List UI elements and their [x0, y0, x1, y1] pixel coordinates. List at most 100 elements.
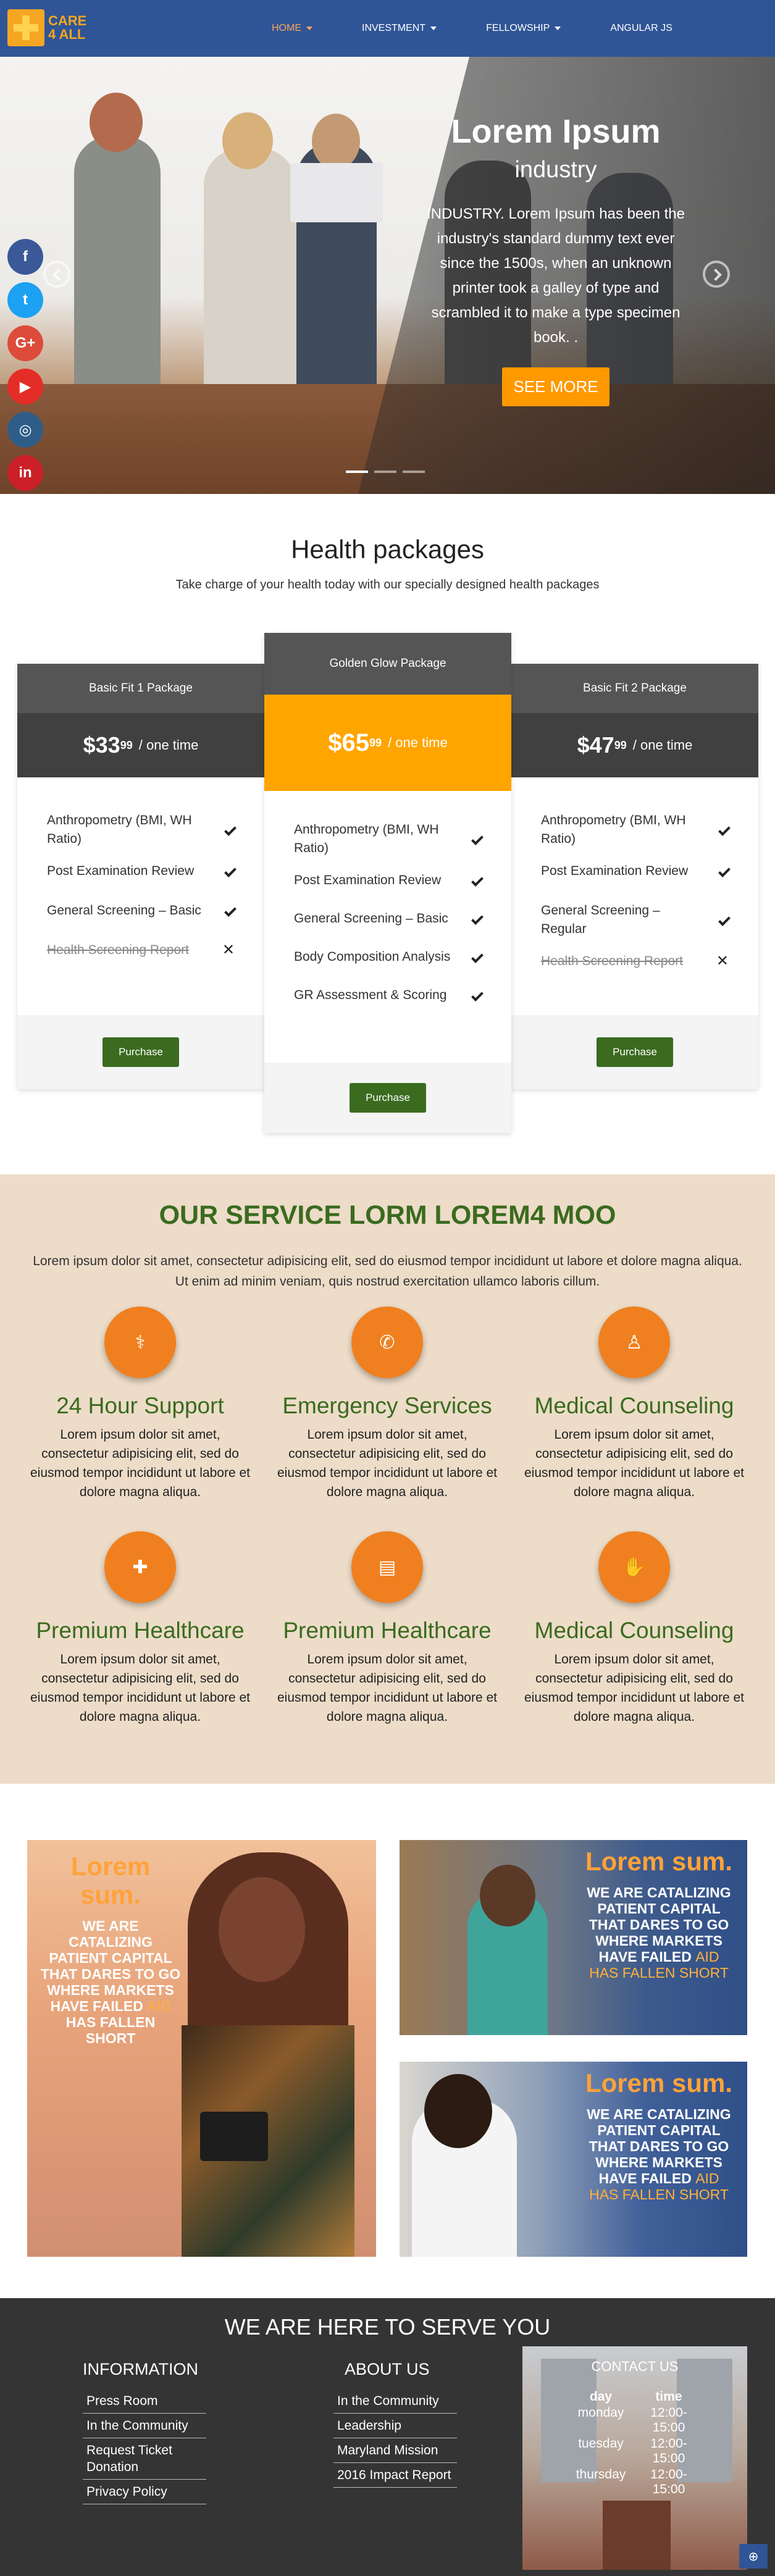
feature-item: Post Examination Review [294, 871, 487, 890]
back-to-top-icon[interactable]: ⊕ [739, 2544, 768, 2569]
purchase-button[interactable]: Purchase [350, 1083, 426, 1113]
instagram-icon[interactable]: ◎ [7, 412, 43, 448]
navbar: CARE 4 ALL HOME INVESTMENT FELLOWSHIP ANGUL… [0, 0, 775, 57]
cross-icon: ✕ [222, 942, 235, 958]
footer-link[interactable]: Privacy Policy [83, 2480, 206, 2504]
carousel-next-icon[interactable] [703, 261, 730, 288]
service-item: ✋ Medical Counseling Lorem ipsum dolor sit… [520, 1531, 748, 1726]
carousel-indicators [346, 470, 431, 473]
service-name: Medical Counseling [534, 1393, 734, 1418]
price-amount: $33 [83, 732, 120, 758]
cross-logo-icon [7, 9, 44, 46]
purchase-button[interactable]: Purchase [103, 1037, 179, 1067]
check-icon [471, 989, 484, 1002]
footer: WE ARE HERE TO SERVE YOU INFORMATION Pre… [0, 2298, 775, 2576]
chevron-down-icon [555, 27, 561, 30]
feature-label: Post Examination Review [47, 864, 195, 878]
check-icon [471, 913, 484, 925]
carousel-indicator[interactable] [346, 470, 368, 473]
cross-icon: ✕ [716, 953, 729, 969]
see-more-button[interactable]: SEE MORE [502, 367, 610, 406]
contact-day: thursday [576, 2467, 626, 2482]
footer-contact: CONTACT US day time monday 12:00-15:00 tue… [522, 2346, 747, 2570]
price-cents: 99 [614, 738, 627, 751]
footer-about-links: In the Community Leadership Maryland Missi… [333, 2389, 457, 2488]
youtube-icon[interactable]: ▶ [7, 369, 43, 404]
hero-text: INDUSTRY. Lorem Ipsum has been the indus… [427, 206, 685, 346]
services-section: OUR SERVICE LORM LOREM4 MOO Lorem ipsum … [0, 1174, 775, 1784]
brand-logo[interactable]: CARE 4 ALL [7, 7, 91, 48]
service-description: Lorem ipsum dolor sit amet, consectetur … [524, 1652, 745, 1724]
hero-person-head [222, 112, 273, 169]
package-features: Anthropometry (BMI, WH Ratio) Post Examin… [264, 791, 511, 1063]
nav-item-home[interactable]: HOME [272, 23, 312, 34]
service-item: ✆ Emergency Services Lorem ipsum dolor sit… [273, 1307, 501, 1502]
contact-hours-row: tuesday 12:00-15:00 [522, 2436, 747, 2466]
feature-item: General Screening – Basic [294, 910, 487, 928]
purchase-button[interactable]: Purchase [597, 1037, 673, 1067]
promo-card-3[interactable]: Lorem sum. WE ARE CATALIZING PATIENT CAP… [400, 2062, 747, 2257]
twitter-icon[interactable]: t [7, 282, 43, 318]
contact-hours: monday 12:00-15:00 tuesday 12:00-15:00 thurs… [522, 2406, 747, 2497]
promo-body: WE ARE CATALIZING PATIENT CAPITAL THAT D… [40, 1918, 181, 2046]
feature-label: GR Assessment & Scoring [294, 988, 447, 1002]
check-icon [471, 833, 484, 845]
carousel-prev-icon[interactable] [43, 261, 70, 288]
contact-time: 12:00-15:00 [650, 2436, 687, 2465]
feature-label: Health Screening Report [541, 954, 683, 968]
promo-aid-word: AID [147, 1998, 171, 2014]
carousel-indicator[interactable] [374, 470, 396, 473]
service-name: Premium Healthcare [283, 1618, 492, 1643]
chevron-down-icon [430, 27, 437, 30]
medkit-icon: ✚ [104, 1531, 176, 1603]
promo-card-2[interactable]: Lorem sum. WE ARE CATALIZING PATIENT CAP… [400, 1840, 747, 2035]
footer-information: INFORMATION Press Room In the Community Re… [83, 2360, 206, 2504]
feature-label: General Screening – Basic [294, 911, 448, 926]
footer-link[interactable]: Press Room [83, 2389, 206, 2414]
check-icon [224, 905, 237, 917]
service-item: ✚ Premium Healthcare Lorem ipsum dolor sit… [26, 1531, 254, 1726]
facebook-icon[interactable]: f [7, 239, 43, 275]
package-footer: Purchase [17, 1015, 264, 1089]
promo-child-head [480, 1865, 535, 1926]
hand-icon: ✋ [598, 1531, 670, 1603]
packages-title: Health packages [291, 535, 484, 564]
carousel-indicator[interactable] [403, 470, 425, 473]
footer-link[interactable]: In the Community [333, 2389, 457, 2414]
brand-line-2: 4 ALL [48, 27, 86, 42]
footer-link[interactable]: 2016 Impact Report [333, 2463, 457, 2488]
package-price: $47 99 / one time [511, 713, 758, 777]
footer-link[interactable]: Maryland Mission [333, 2438, 457, 2463]
promo-person-head [219, 1877, 305, 1982]
service-name: 24 Hour Support [56, 1393, 224, 1418]
service-name: Medical Counseling [534, 1618, 734, 1643]
nav-item-label: INVESTMENT [362, 23, 426, 33]
package-footer: Purchase [511, 1015, 758, 1089]
services-title: OUR SERVICE LORM LOREM4 MOO [159, 1200, 616, 1230]
promo-text: Lorem sum. WE ARE CATALIZING PATIENT CAP… [40, 1852, 182, 2047]
promo-card-1[interactable]: Lorem sum. WE ARE CATALIZING PATIENT CAP… [27, 1840, 376, 2257]
footer-link[interactable]: Leadership [333, 2414, 457, 2438]
nav-item-label: ANGULAR JS [610, 23, 672, 33]
service-description: Lorem ipsum dolor sit amet, consectetur … [30, 1652, 251, 1724]
feature-item: Body Composition Analysis [294, 948, 487, 966]
check-icon [471, 874, 484, 887]
footer-link[interactable]: Request Ticket Donation [83, 2438, 206, 2480]
package-card: Basic Fit 2 Package $47 99 / one time Anthro… [511, 664, 758, 1089]
price-cents: 99 [120, 738, 133, 751]
footer-link[interactable]: In the Community [83, 2414, 206, 2438]
nav-item-investment[interactable]: INVESTMENT [362, 23, 437, 34]
nav-item-fellowship[interactable]: FELLOWSHIP [486, 23, 561, 34]
nav-item-label: HOME [272, 23, 301, 33]
promo-heading: Lorem sum. [70, 1852, 151, 1909]
chevron-down-icon [306, 27, 312, 30]
contact-time: 12:00-15:00 [650, 2467, 687, 2496]
package-card: Basic Fit 1 Package $33 99 / one time Anthro… [17, 664, 264, 1089]
google-plus-icon[interactable]: G+ [7, 325, 43, 361]
linkedin-icon[interactable]: in [7, 455, 43, 491]
promo-body: WE ARE CATALIZING PATIENT CAPITAL THAT D… [587, 1884, 731, 1981]
package-card: Golden Glow Package $65 99 / one time Anthro… [264, 633, 511, 1133]
footer-information-title: INFORMATION [83, 2360, 198, 2378]
feature-label: Post Examination Review [294, 873, 442, 887]
nav-item-angular-js[interactable]: ANGULAR JS [610, 23, 672, 34]
